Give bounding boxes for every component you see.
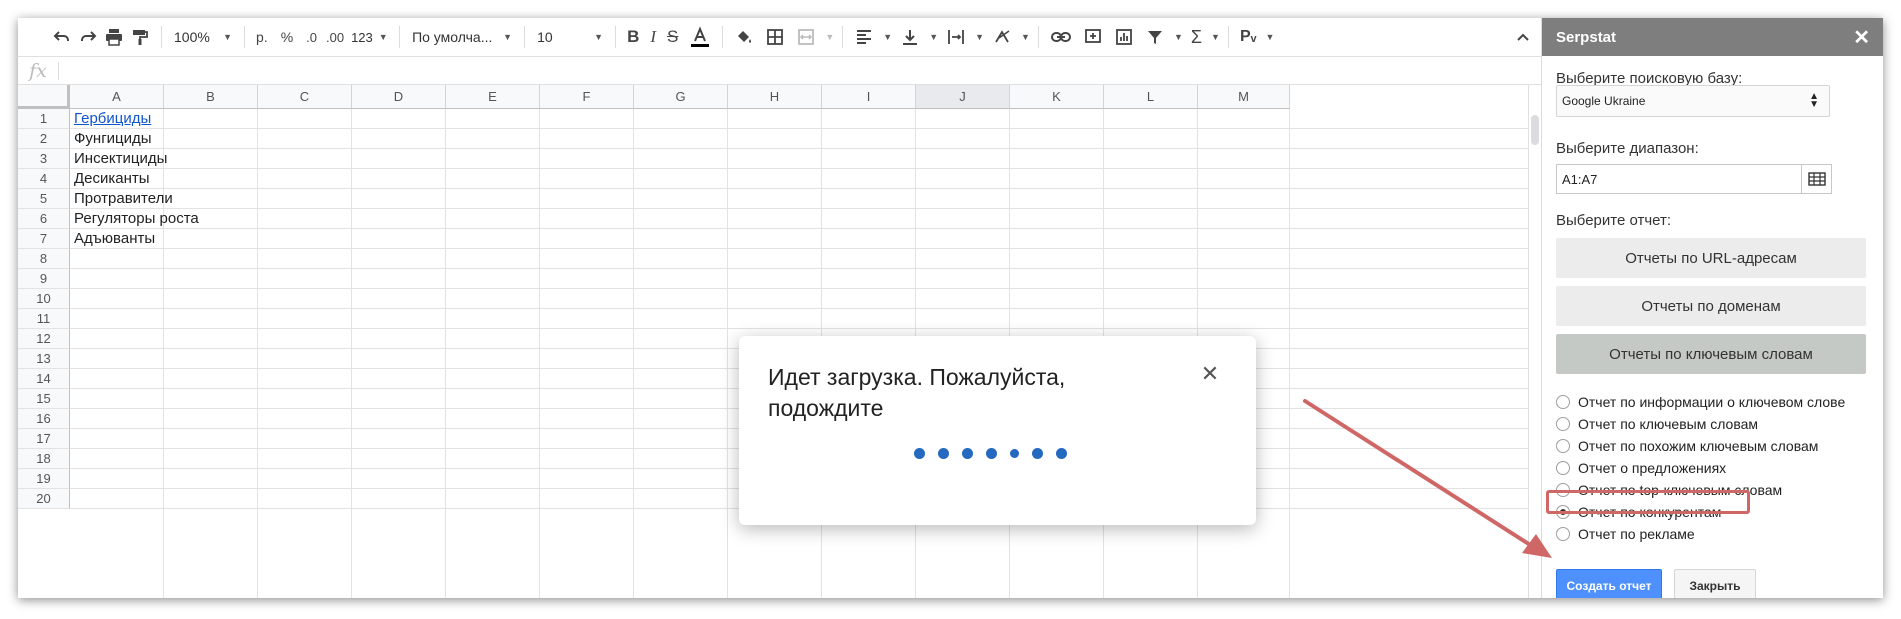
annotation-arrow [1303,399,1552,558]
